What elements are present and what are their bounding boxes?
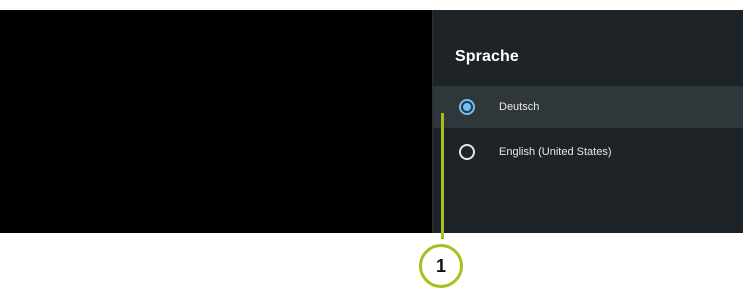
panel-title: Sprache [455, 48, 519, 65]
callout-line [441, 113, 444, 239]
tv-screen: Sprache Deutsch English (United States) [0, 10, 743, 233]
radio-unchecked-icon[interactable] [459, 144, 475, 160]
language-settings-panel: Sprache Deutsch English (United States) [432, 10, 743, 233]
language-option-english[interactable]: English (United States) [433, 131, 743, 173]
radio-checked-icon[interactable] [459, 99, 475, 115]
callout-badge: 1 [419, 244, 463, 288]
language-option-deutsch[interactable]: Deutsch [433, 86, 743, 128]
language-option-label: Deutsch [499, 101, 540, 113]
manual-illustration: Sprache Deutsch English (United States) … [0, 0, 743, 289]
language-option-label: English (United States) [499, 146, 612, 158]
